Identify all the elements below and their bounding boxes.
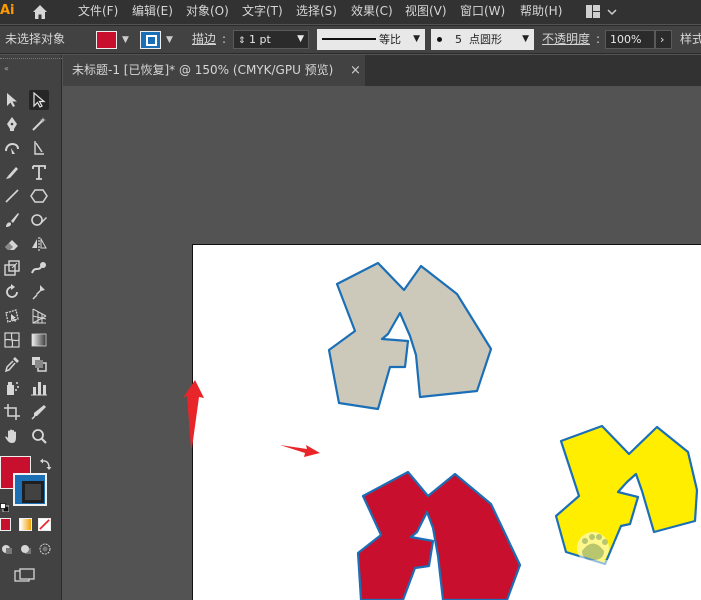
stroke-dropdown-chevron-icon[interactable]: ▼	[163, 31, 176, 49]
control-bar: 未选择对象 ▼ ▼ 描边 : ⇕ 1 pt ▼ 等比 ▼ 5 点圆形 ▼ 不透明…	[0, 25, 701, 54]
fill-color-swatch[interactable]	[96, 31, 117, 49]
opacity-label-colon: :	[596, 32, 601, 46]
brush-select[interactable]: 5 点圆形 ▼	[431, 29, 534, 50]
line-segment-tool-icon[interactable]	[2, 186, 22, 206]
stroke-weight-field[interactable]: ⇕ 1 pt ▼	[233, 30, 309, 49]
stroke-profile-chevron-icon[interactable]: ▼	[413, 29, 420, 50]
tools-panel: «	[0, 55, 62, 600]
artwork-layer	[183, 261, 699, 600]
eraser-tool-icon[interactable]	[2, 234, 22, 254]
menu-view[interactable]: 视图(V)	[405, 0, 447, 22]
type-tool-icon[interactable]	[29, 162, 49, 182]
home-icon[interactable]	[30, 2, 50, 22]
arrow-up-icon	[183, 380, 204, 448]
free-transform-tool-icon[interactable]	[2, 306, 22, 326]
none-mode-icon[interactable]	[38, 518, 51, 531]
stroke-color-box[interactable]	[13, 473, 47, 506]
swap-fill-stroke-icon[interactable]	[39, 456, 53, 470]
stroke-line-preview-icon	[322, 38, 376, 40]
toolbar-collapse-icon[interactable]: «	[4, 64, 9, 73]
warp-tool-icon[interactable]	[29, 258, 49, 278]
app-logo: Ai	[0, 3, 15, 18]
screen-mode-icon[interactable]	[14, 567, 36, 582]
fill-dropdown-chevron-icon[interactable]: ▼	[119, 31, 132, 49]
stroke-weight-value: 1 pt	[249, 33, 271, 46]
perspective-grid-tool-icon[interactable]	[29, 306, 49, 326]
slice-tool-icon[interactable]	[29, 402, 49, 422]
brush-size: 5	[455, 33, 462, 46]
brush-label: 点圆形	[469, 33, 502, 46]
canvas-area[interactable]	[63, 86, 701, 600]
pencil-tool-icon[interactable]	[2, 162, 22, 182]
hand-tool-icon[interactable]	[2, 426, 22, 446]
color-mode-swatch[interactable]	[0, 518, 11, 531]
opacity-field[interactable]: 100%	[605, 30, 655, 49]
menu-effect[interactable]: 效果(C)	[351, 0, 393, 22]
stroke-color-swatch[interactable]	[140, 31, 161, 49]
zoom-tool-icon[interactable]	[29, 426, 49, 446]
curvature-tool-icon[interactable]	[2, 138, 22, 158]
brush-chevron-icon[interactable]: ▼	[522, 29, 529, 50]
puppet-warp-tool-icon[interactable]	[29, 282, 49, 302]
brush-dot-icon	[437, 37, 442, 42]
gradient-mode-swatch[interactable]	[19, 518, 32, 531]
menu-file[interactable]: 文件(F)	[78, 0, 118, 22]
draw-inside-icon[interactable]	[38, 541, 52, 555]
menu-object[interactable]: 对象(O)	[186, 0, 229, 22]
red-pentagon-shape[interactable]	[356, 470, 522, 600]
symbol-sprayer-tool-icon[interactable]	[2, 378, 22, 398]
scale-tool-icon[interactable]	[2, 258, 22, 278]
menu-window[interactable]: 窗口(W)	[460, 0, 505, 22]
lasso-tool-icon[interactable]	[29, 138, 49, 158]
close-icon[interactable]: ×	[350, 55, 361, 86]
polygon-tool-icon[interactable]	[29, 186, 49, 206]
stroke-weight-chevron-icon[interactable]: ▼	[297, 31, 304, 48]
menu-edit[interactable]: 编辑(E)	[132, 0, 173, 22]
draw-normal-icon[interactable]	[0, 541, 14, 555]
artboard-tool-icon[interactable]	[2, 402, 22, 422]
reflect-tool-icon[interactable]	[29, 234, 49, 254]
pen-tool-icon[interactable]	[2, 114, 22, 134]
magic-wand-tool-icon[interactable]	[29, 114, 49, 134]
menu-help[interactable]: 帮助(H)	[520, 0, 562, 22]
stroke-profile-value: 等比	[379, 33, 401, 46]
menu-select[interactable]: 选择(S)	[296, 0, 337, 22]
gradient-tool-icon[interactable]	[29, 330, 49, 350]
paintbrush-tool-icon[interactable]	[2, 210, 22, 230]
blend-tool-icon[interactable]	[29, 354, 49, 374]
default-colors-icon[interactable]	[0, 497, 10, 513]
opacity-label[interactable]: 不透明度	[542, 26, 590, 53]
stroke-stepper-icon[interactable]: ⇕	[238, 36, 246, 46]
selection-status: 未选择对象	[5, 32, 66, 46]
stroke-profile-select[interactable]: 等比 ▼	[317, 29, 425, 50]
eyedropper-tool-icon[interactable]	[2, 354, 22, 374]
gray-pentagon-shape[interactable]	[327, 261, 493, 411]
draw-behind-icon[interactable]	[19, 541, 33, 555]
stroke-label[interactable]: 描边	[192, 26, 216, 53]
document-tab[interactable]: 未标题-1 [已恢复]* @ 150% (CMYK/GPU 预览) ×	[63, 55, 365, 86]
document-tab-title: 未标题-1 [已恢复]* @ 150% (CMYK/GPU 预览)	[72, 63, 334, 77]
stroke-label-colon: :	[222, 32, 227, 46]
mesh-tool-icon[interactable]	[2, 330, 22, 350]
baidu-watermark-logo	[534, 532, 661, 570]
direct-selection-tool-icon[interactable]	[29, 90, 49, 110]
shaper-tool-icon[interactable]	[29, 210, 49, 230]
toolbar-grip[interactable]	[0, 58, 62, 62]
arrow-right-icon	[280, 445, 320, 457]
rotate-tool-icon[interactable]	[2, 282, 22, 302]
menu-type[interactable]: 文字(T)	[242, 0, 283, 22]
selection-tool-icon[interactable]	[2, 90, 22, 110]
column-graph-tool-icon[interactable]	[29, 378, 49, 398]
style-label[interactable]: 样式	[680, 26, 701, 53]
menu-bar: Ai 文件(F) 编辑(E) 对象(O) 文字(T) 选择(S) 效果(C) 视…	[0, 0, 701, 24]
opacity-arrow-icon[interactable]: ›	[655, 30, 672, 49]
document-tab-bar: 未标题-1 [已恢复]* @ 150% (CMYK/GPU 预览) ×	[63, 55, 701, 86]
workspace-switcher[interactable]	[584, 3, 624, 21]
